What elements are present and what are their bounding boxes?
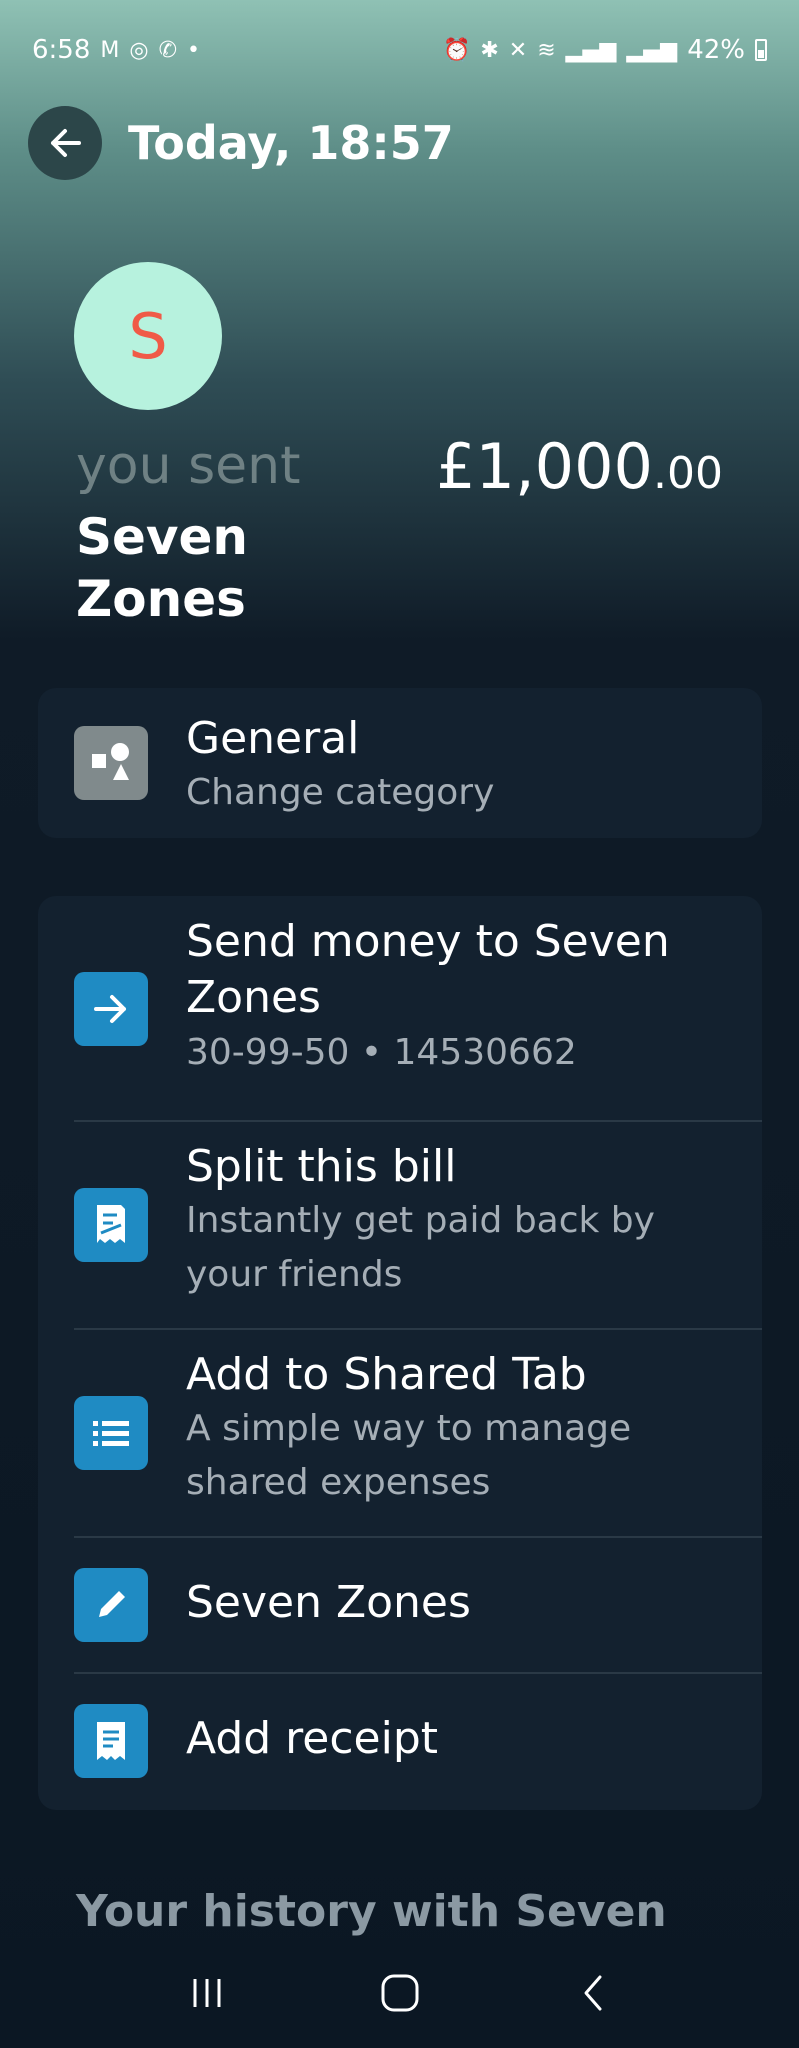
add-receipt-title: Add receipt <box>186 1713 439 1764</box>
status-right: ⏰ ✱ ✕ ≋ ▂▄▆ ▂▄▆ 42% <box>443 35 767 65</box>
send-money-row[interactable]: Send money to Seven Zones 30-99-50 • 145… <box>38 896 762 1120</box>
recipient-name: Seven Zones <box>76 508 249 628</box>
mute-icon: ✕ <box>508 37 528 63</box>
page-title: Today, 18:57 <box>128 116 454 170</box>
rename-title: Seven Zones <box>186 1577 471 1628</box>
category-row[interactable]: General Change category <box>38 688 762 838</box>
avatar-letter: S <box>128 299 168 373</box>
back-button[interactable] <box>28 106 102 180</box>
list-icon <box>74 1396 148 1470</box>
bluetooth-icon: ✱ <box>480 37 499 63</box>
header: Today, 18:57 <box>28 105 454 181</box>
split-bill-icon <box>74 1188 148 1262</box>
pencil-icon <box>74 1568 148 1642</box>
category-card[interactable]: General Change category <box>38 688 762 838</box>
back-nav-button[interactable] <box>553 1963 633 2023</box>
category-title: General <box>186 713 360 764</box>
wifi-icon: ≋ <box>537 37 556 63</box>
shared-tab-row[interactable]: Add to Shared Tab A simple way to manage… <box>38 1330 762 1536</box>
amount-pence: .00 <box>653 448 723 499</box>
signal-icon: ▂▄▆ <box>626 37 678 63</box>
transaction-amount: £1,000.00 <box>436 430 723 503</box>
shapes-icon <box>74 726 148 800</box>
split-bill-row[interactable]: Split this bill Instantly get paid back … <box>38 1122 762 1328</box>
actions-card: Send money to Seven Zones 30-99-50 • 145… <box>38 896 762 1810</box>
account-details: 30-99-50 • 14530662 <box>186 1032 577 1073</box>
category-subtitle[interactable]: Change category <box>186 766 732 820</box>
recents-icon <box>193 1979 220 2007</box>
split-bill-subtitle: Instantly get paid back by your friends <box>186 1200 655 1295</box>
history-title: Your history with Seven <box>76 1886 667 1937</box>
home-button[interactable] <box>360 1963 440 2023</box>
arrow-right-icon <box>74 972 148 1046</box>
whatsapp-icon: ✆ <box>158 37 178 63</box>
instagram-icon: ◎ <box>129 37 149 63</box>
amount-main: £1,000 <box>436 430 654 503</box>
home-icon <box>381 1974 418 2012</box>
send-money-title: Send money to Seven Zones <box>186 916 670 1023</box>
split-bill-title: Split this bill <box>186 1141 457 1192</box>
status-time: 6:58 <box>32 35 91 65</box>
battery-icon <box>755 39 767 61</box>
alarm-icon: ⏰ <box>442 37 471 63</box>
shared-tab-title: Add to Shared Tab <box>186 1349 587 1400</box>
recents-button[interactable] <box>167 1963 247 2023</box>
avatar: S <box>74 262 222 410</box>
gmail-icon: M <box>100 37 120 63</box>
receipt-icon <box>74 1704 148 1778</box>
arrow-left-icon <box>51 129 81 157</box>
chevron-left-icon <box>584 1975 601 2011</box>
shared-tab-subtitle: A simple way to manage shared expenses <box>186 1408 632 1503</box>
status-left: 6:58 M ◎ ✆ • <box>32 35 200 65</box>
nav-bar <box>0 1938 799 2048</box>
dot-icon: • <box>187 37 200 63</box>
transaction-label: you sent <box>76 436 301 496</box>
rename-row[interactable]: Seven Zones <box>38 1538 762 1672</box>
status-bar: 6:58 M ◎ ✆ • ⏰ ✱ ✕ ≋ ▂▄▆ ▂▄▆ 42% <box>0 0 799 100</box>
add-receipt-row[interactable]: Add receipt <box>38 1674 762 1810</box>
signal-icon: ▂▄▆ <box>565 37 617 63</box>
battery-percent: 42% <box>687 35 745 65</box>
